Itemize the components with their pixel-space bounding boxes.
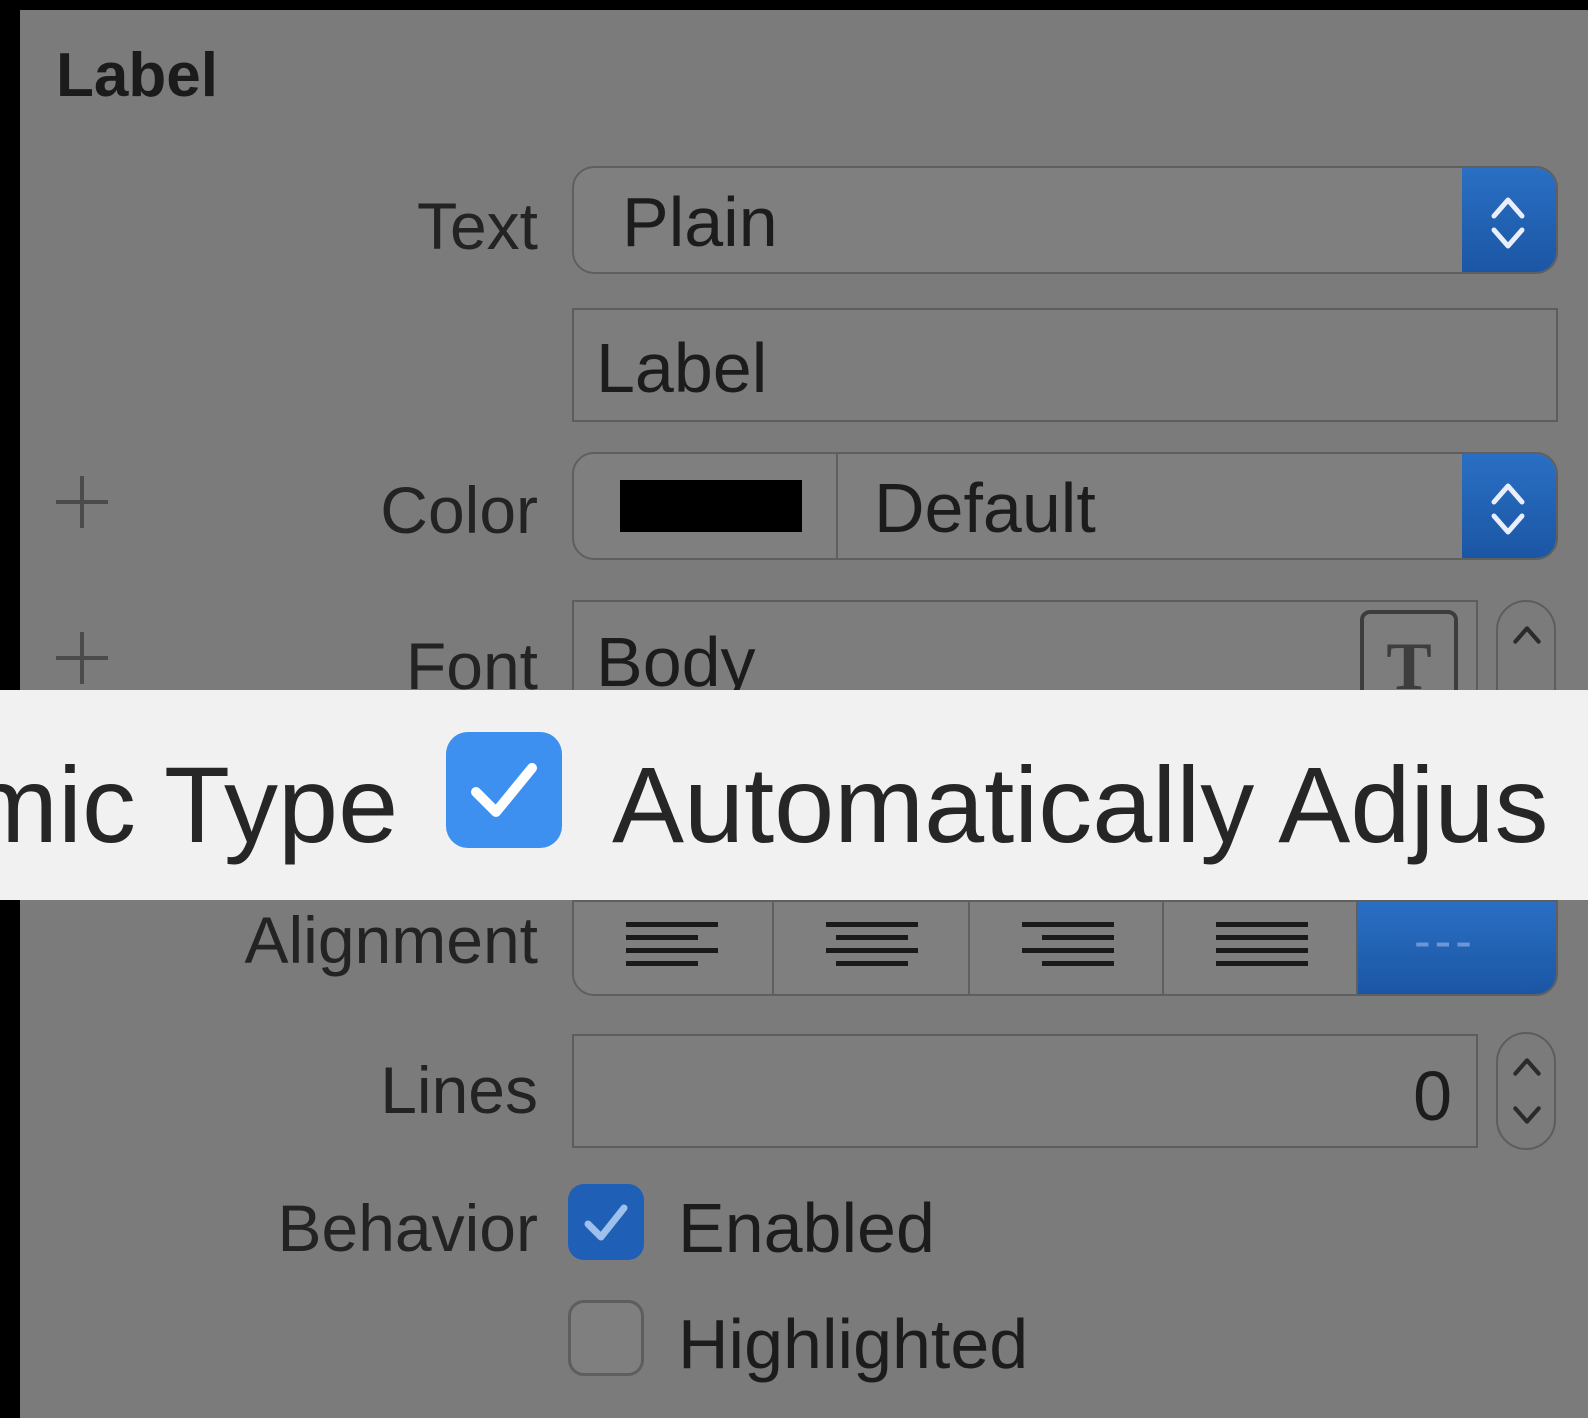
section-title: Label	[56, 41, 218, 110]
align-justified-segment[interactable]	[1164, 902, 1358, 994]
chevron-down-icon	[1490, 220, 1526, 256]
align-natural-icon: ---	[1414, 913, 1476, 969]
highlighted-checkbox[interactable]	[568, 1300, 644, 1376]
align-justified-icon	[1216, 922, 1308, 974]
checkmark-icon	[584, 1204, 628, 1241]
enabled-checkbox[interactable]	[568, 1184, 644, 1260]
chevron-down-icon	[1490, 506, 1526, 542]
chevron-down-icon[interactable]	[1512, 1100, 1542, 1130]
lines-value: 0	[1413, 1057, 1452, 1135]
chevron-up-icon[interactable]	[1512, 1052, 1542, 1082]
alignment-segmented-control[interactable]: ---	[572, 900, 1558, 996]
lines-row-label: Lines	[380, 1053, 538, 1127]
enabled-label: Enabled	[678, 1189, 935, 1267]
text-type-value: Plain	[622, 183, 778, 261]
dynamic-type-zoom-callout: mic Type Automatically Adjus	[0, 690, 1588, 900]
text-type-popup-arrows[interactable]	[1462, 168, 1556, 272]
color-popup[interactable]: Default	[572, 452, 1558, 560]
automatically-adjusts-font-label: Automatically Adjus	[612, 744, 1549, 865]
label-text-value: Label	[596, 329, 768, 407]
align-left-icon	[626, 922, 718, 974]
lines-stepper[interactable]	[1496, 1032, 1556, 1150]
align-center-icon	[826, 922, 918, 974]
align-natural-segment[interactable]: ---	[1358, 902, 1556, 994]
automatically-adjusts-font-checkbox[interactable]	[446, 732, 562, 848]
text-type-popup[interactable]: Plain	[572, 166, 1558, 274]
color-swatch[interactable]	[620, 480, 802, 532]
align-right-segment[interactable]	[970, 902, 1164, 994]
color-row-label: Color	[380, 473, 538, 547]
chevron-up-icon[interactable]	[1512, 620, 1542, 650]
font-picker-icon[interactable]: T	[1360, 610, 1458, 704]
lines-field[interactable]: 0	[572, 1034, 1478, 1148]
text-row-label: Text	[416, 189, 538, 263]
align-left-segment[interactable]	[574, 902, 774, 994]
alignment-row-label: Alignment	[244, 903, 539, 977]
dynamic-type-label: mic Type	[0, 744, 399, 865]
color-popup-divider	[836, 454, 838, 558]
highlighted-label: Highlighted	[678, 1305, 1029, 1383]
checkmark-icon	[471, 763, 537, 817]
color-popup-arrows[interactable]	[1462, 454, 1556, 558]
behavior-row-label: Behavior	[277, 1191, 539, 1265]
add-color-variation-icon[interactable]	[56, 476, 108, 528]
add-font-variation-icon[interactable]	[56, 632, 108, 684]
align-center-segment[interactable]	[774, 902, 970, 994]
color-value: Default	[874, 469, 1096, 547]
label-text-field[interactable]: Label	[572, 308, 1558, 422]
align-right-icon	[1022, 922, 1114, 974]
